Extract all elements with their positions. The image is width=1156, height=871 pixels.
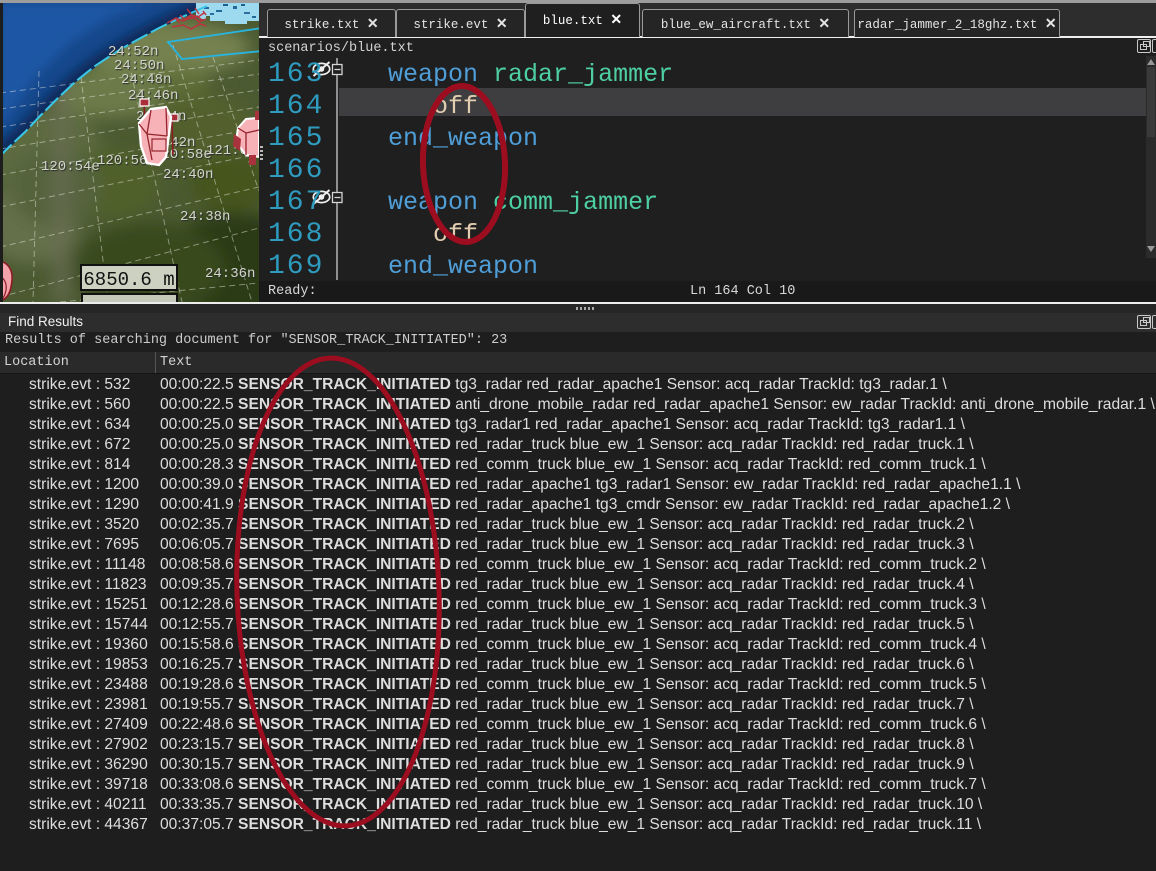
svg-text:24:48n: 24:48n — [121, 72, 171, 88]
svg-text:24:46n: 24:46n — [128, 88, 178, 104]
svg-text:24:36n: 24:36n — [205, 266, 255, 282]
svg-text:24:38n: 24:38n — [180, 209, 230, 225]
svg-text:24:40n: 24:40n — [163, 167, 213, 183]
svg-text:6850.6 m: 6850.6 m — [83, 269, 174, 291]
svg-text:120:54e: 120:54e — [41, 159, 100, 175]
